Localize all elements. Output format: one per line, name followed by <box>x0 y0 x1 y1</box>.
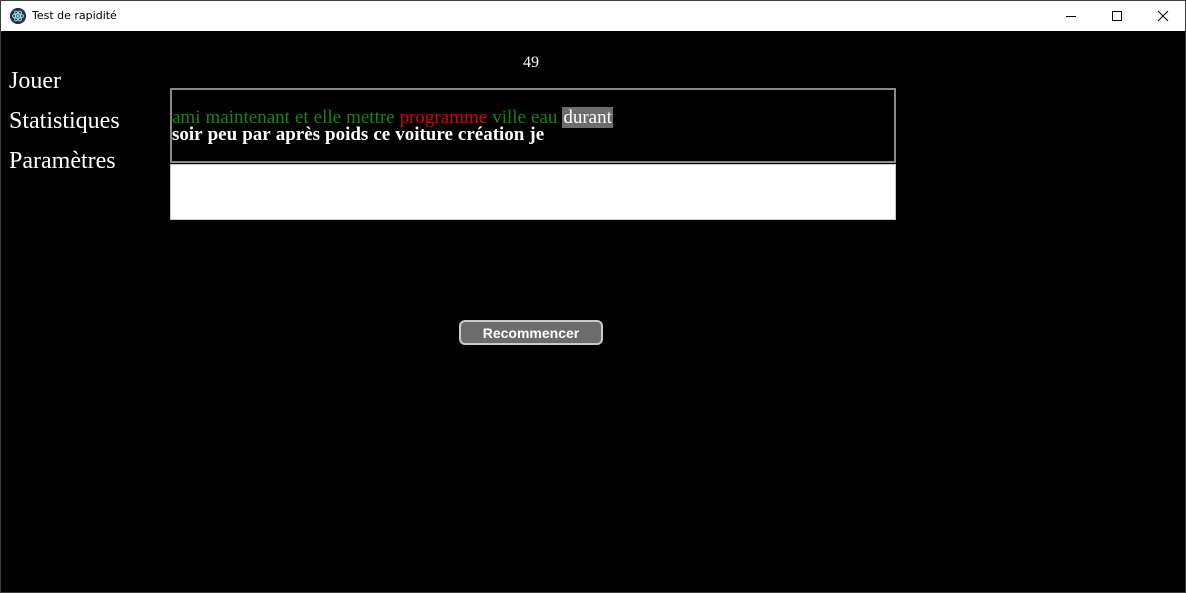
minimize-button[interactable] <box>1048 1 1094 31</box>
word-upcoming: après <box>275 124 321 145</box>
typing-input[interactable] <box>170 164 896 220</box>
close-button[interactable] <box>1140 1 1185 31</box>
close-icon <box>1157 10 1169 22</box>
menu-item-settings[interactable]: Paramètres <box>9 147 116 175</box>
title-bar[interactable]: Test de rapidité <box>1 1 1185 31</box>
words-display: ami maintenant et elle mettre programme ville e… <box>170 88 896 163</box>
menu-item-play[interactable]: Jouer <box>9 67 61 95</box>
word-current: durant <box>562 107 613 128</box>
window-title: Test de rapidité <box>32 9 117 22</box>
maximize-icon <box>1112 11 1122 21</box>
word-upcoming: soir <box>172 124 203 145</box>
word-upcoming: voiture <box>395 124 453 145</box>
words-line-2: soir peu par après poids ce voiture création je <box>172 125 894 144</box>
app-icon <box>10 8 26 24</box>
word-upcoming: poids <box>325 124 369 145</box>
word-upcoming: création <box>457 124 525 145</box>
app-window: Test de rapidité Jouer Statistiques Para… <box>0 0 1186 593</box>
menu-item-statistics[interactable]: Statistiques <box>9 107 120 135</box>
word-upcoming: peu <box>207 124 238 145</box>
restart-button[interactable]: Recommencer <box>459 320 603 345</box>
minimize-icon <box>1066 16 1076 17</box>
maximize-button[interactable] <box>1094 1 1140 31</box>
word-upcoming: ce <box>373 124 391 145</box>
word-upcoming: par <box>242 124 271 145</box>
word-upcoming: je <box>529 124 545 145</box>
timer-countdown: 49 <box>523 54 539 71</box>
